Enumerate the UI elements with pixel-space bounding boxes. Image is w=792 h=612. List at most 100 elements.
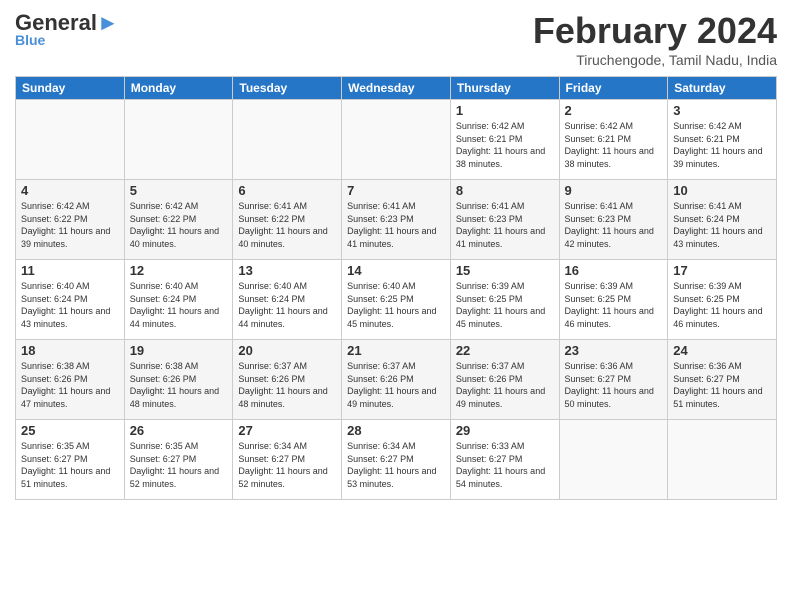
day-number: 11: [21, 263, 119, 278]
weekday-header-monday: Monday: [124, 77, 233, 100]
calendar-cell: 23 Sunrise: 6:36 AM Sunset: 6:27 PM Dayli…: [559, 340, 668, 420]
calendar-cell: 8 Sunrise: 6:41 AM Sunset: 6:23 PM Daylig…: [450, 180, 559, 260]
weekday-header-friday: Friday: [559, 77, 668, 100]
calendar-cell: 11 Sunrise: 6:40 AM Sunset: 6:24 PM Dayli…: [16, 260, 125, 340]
cell-info: Sunrise: 6:41 AM Sunset: 6:22 PM Dayligh…: [238, 200, 336, 250]
day-number: 25: [21, 423, 119, 438]
cell-info: Sunrise: 6:41 AM Sunset: 6:23 PM Dayligh…: [456, 200, 554, 250]
cell-info: Sunrise: 6:40 AM Sunset: 6:24 PM Dayligh…: [21, 280, 119, 330]
cell-info: Sunrise: 6:36 AM Sunset: 6:27 PM Dayligh…: [673, 360, 771, 410]
calendar-cell: 12 Sunrise: 6:40 AM Sunset: 6:24 PM Dayli…: [124, 260, 233, 340]
calendar-cell: 18Sunrise: 6:38 AM Sunset: 6:26 PM Dayli…: [16, 340, 125, 420]
day-number: 26: [130, 423, 228, 438]
day-number: 10: [673, 183, 771, 198]
calendar-cell: 25 Sunrise: 6:35 AM Sunset: 6:27 PM Dayli…: [16, 420, 125, 500]
day-number: 22: [456, 343, 554, 358]
day-number: 6: [238, 183, 336, 198]
day-number: 29: [456, 423, 554, 438]
calendar-cell: 14 Sunrise: 6:40 AM Sunset: 6:25 PM Dayli…: [342, 260, 451, 340]
calendar-cell: 1 Sunrise: 6:42 AM Sunset: 6:21 PM Daylig…: [450, 100, 559, 180]
calendar-cell: [668, 420, 777, 500]
calendar: SundayMondayTuesdayWednesdayThursdayFrid…: [15, 76, 777, 500]
calendar-cell: 5 Sunrise: 6:42 AM Sunset: 6:22 PM Daylig…: [124, 180, 233, 260]
cell-info: Sunrise: 6:37 AM Sunset: 6:26 PM Dayligh…: [347, 360, 445, 410]
cell-info: Sunrise: 6:35 AM Sunset: 6:27 PM Dayligh…: [130, 440, 228, 490]
calendar-cell: 15 Sunrise: 6:39 AM Sunset: 6:25 PM Dayli…: [450, 260, 559, 340]
cell-info: Sunrise: 6:41 AM Sunset: 6:23 PM Dayligh…: [565, 200, 663, 250]
day-number: 19: [130, 343, 228, 358]
weekday-header-thursday: Thursday: [450, 77, 559, 100]
weekday-header-wednesday: Wednesday: [342, 77, 451, 100]
cell-info: Sunrise: 6:36 AM Sunset: 6:27 PM Dayligh…: [565, 360, 663, 410]
calendar-cell: 6 Sunrise: 6:41 AM Sunset: 6:22 PM Daylig…: [233, 180, 342, 260]
day-number: 3: [673, 103, 771, 118]
cell-info: Sunrise: 6:41 AM Sunset: 6:23 PM Dayligh…: [347, 200, 445, 250]
logo: General► Blue: [15, 10, 119, 48]
calendar-cell: 29 Sunrise: 6:33 AM Sunset: 6:27 PM Dayli…: [450, 420, 559, 500]
calendar-cell: 20 Sunrise: 6:37 AM Sunset: 6:26 PM Dayli…: [233, 340, 342, 420]
day-number: 8: [456, 183, 554, 198]
cell-info: Sunrise: 6:34 AM Sunset: 6:27 PM Dayligh…: [238, 440, 336, 490]
day-number: 12: [130, 263, 228, 278]
day-number: 28: [347, 423, 445, 438]
logo-blue: Blue: [15, 32, 45, 48]
cell-info: Sunrise: 6:42 AM Sunset: 6:21 PM Dayligh…: [673, 120, 771, 170]
cell-info: Sunrise: 6:40 AM Sunset: 6:24 PM Dayligh…: [130, 280, 228, 330]
cell-info: Sunrise: 6:40 AM Sunset: 6:24 PM Dayligh…: [238, 280, 336, 330]
day-number: 23: [565, 343, 663, 358]
day-number: 14: [347, 263, 445, 278]
day-number: 7: [347, 183, 445, 198]
calendar-cell: 4Sunrise: 6:42 AM Sunset: 6:22 PM Daylig…: [16, 180, 125, 260]
calendar-cell: 13 Sunrise: 6:40 AM Sunset: 6:24 PM Dayli…: [233, 260, 342, 340]
weekday-header-sunday: Sunday: [16, 77, 125, 100]
calendar-cell: 19 Sunrise: 6:38 AM Sunset: 6:26 PM Dayli…: [124, 340, 233, 420]
calendar-cell: 28 Sunrise: 6:34 AM Sunset: 6:27 PM Dayli…: [342, 420, 451, 500]
cell-info: Sunrise: 6:39 AM Sunset: 6:25 PM Dayligh…: [456, 280, 554, 330]
cell-info: Sunrise: 6:34 AM Sunset: 6:27 PM Dayligh…: [347, 440, 445, 490]
week-row-3: 18 Sunrise: 6:38 AM Sunset: 6:26 PM Dayli…: [16, 340, 777, 420]
day-number: 4: [21, 183, 119, 198]
day-number: 27: [238, 423, 336, 438]
cell-info: Sunrise: 6:40 AM Sunset: 6:25 PM Dayligh…: [347, 280, 445, 330]
calendar-cell: [124, 100, 233, 180]
calendar-cell: 7 Sunrise: 6:41 AM Sunset: 6:23 PM Daylig…: [342, 180, 451, 260]
day-number: 24: [673, 343, 771, 358]
calendar-cell: 24 Sunrise: 6:36 AM Sunset: 6:27 PM Dayli…: [668, 340, 777, 420]
location: Tiruchengode, Tamil Nadu, India: [533, 52, 777, 68]
calendar-cell: [233, 100, 342, 180]
week-row-2: 11 Sunrise: 6:40 AM Sunset: 6:24 PM Dayli…: [16, 260, 777, 340]
day-number: 20: [238, 343, 336, 358]
cell-info: Sunrise: 6:35 AM Sunset: 6:27 PM Dayligh…: [21, 440, 119, 490]
calendar-cell: 17Sunrise: 6:39 AM Sunset: 6:25 PM Dayli…: [668, 260, 777, 340]
cell-info: Sunrise: 6:33 AM Sunset: 6:27 PM Dayligh…: [456, 440, 554, 490]
day-number: 21: [347, 343, 445, 358]
month-title: February 2024: [533, 10, 777, 52]
week-row-1: 4 Sunrise: 6:42 AM Sunset: 6:22 PM Daylig…: [16, 180, 777, 260]
title-block: February 2024 Tiruchengode, Tamil Nadu, …: [533, 10, 777, 68]
calendar-cell: 3 Sunrise: 6:42 AM Sunset: 6:21 PM Daylig…: [668, 100, 777, 180]
day-number: 15: [456, 263, 554, 278]
week-row-4: 25 Sunrise: 6:35 AM Sunset: 6:27 PM Dayli…: [16, 420, 777, 500]
calendar-cell: 16Sunrise: 6:39 AM Sunset: 6:25 PM Dayli…: [559, 260, 668, 340]
header: General► Blue February 2024 Tiruchengode…: [15, 10, 777, 68]
day-number: 9: [565, 183, 663, 198]
calendar-cell: 27 Sunrise: 6:34 AM Sunset: 6:27 PM Dayli…: [233, 420, 342, 500]
day-number: 13: [238, 263, 336, 278]
calendar-cell: 26 Sunrise: 6:35 AM Sunset: 6:27 PM Dayli…: [124, 420, 233, 500]
cell-info: Sunrise: 6:39 AM Sunset: 6:25 PM Dayligh…: [565, 280, 663, 330]
day-number: 5: [130, 183, 228, 198]
day-number: 17: [673, 263, 771, 278]
cell-info: Sunrise: 6:38 AM Sunset: 6:26 PM Dayligh…: [130, 360, 228, 410]
cell-info: Sunrise: 6:37 AM Sunset: 6:26 PM Dayligh…: [456, 360, 554, 410]
weekday-header-saturday: Saturday: [668, 77, 777, 100]
day-number: 18: [21, 343, 119, 358]
calendar-cell: [559, 420, 668, 500]
calendar-cell: 9 Sunrise: 6:41 AM Sunset: 6:23 PM Daylig…: [559, 180, 668, 260]
day-number: 2: [565, 103, 663, 118]
cell-info: Sunrise: 6:42 AM Sunset: 6:21 PM Dayligh…: [456, 120, 554, 170]
calendar-cell: 10Sunrise: 6:41 AM Sunset: 6:24 PM Dayli…: [668, 180, 777, 260]
day-number: 1: [456, 103, 554, 118]
cell-info: Sunrise: 6:42 AM Sunset: 6:22 PM Dayligh…: [130, 200, 228, 250]
weekday-header-row: SundayMondayTuesdayWednesdayThursdayFrid…: [16, 77, 777, 100]
cell-info: Sunrise: 6:37 AM Sunset: 6:26 PM Dayligh…: [238, 360, 336, 410]
